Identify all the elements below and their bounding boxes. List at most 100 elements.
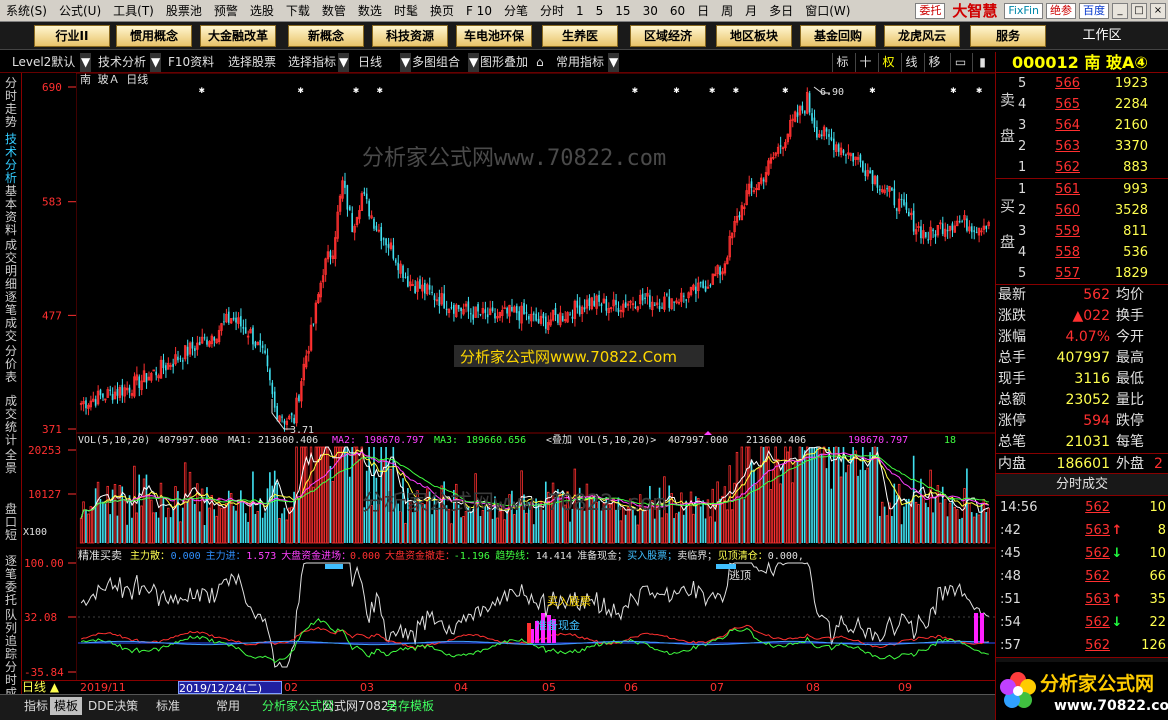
window-icon[interactable]: ▭ (950, 53, 970, 72)
tab-trade-detail[interactable]: 成交明细 (2, 239, 20, 291)
menu-item[interactable]: 月 (739, 0, 763, 22)
ticks-title[interactable]: 分时成交 (996, 474, 1168, 496)
bottom-tab-indicator[interactable]: 指标 (20, 697, 52, 715)
menu-item[interactable]: 多日 (763, 0, 799, 22)
close-icon[interactable]: × (1150, 2, 1166, 19)
menu-item[interactable]: 15 (609, 0, 636, 22)
tab-trade-stats[interactable]: 成交统计 (2, 395, 20, 447)
tick-row[interactable]: :51 563 ↑ 35 (996, 588, 1168, 611)
move-toggle[interactable]: 移 (924, 53, 944, 72)
menu-item[interactable]: 窗口(W) (799, 0, 856, 22)
baidu-tag[interactable]: 百度 (1079, 2, 1109, 19)
bottom-tab-template[interactable]: 模板 (50, 697, 83, 715)
select-stock-button[interactable]: 选择股票 (228, 53, 276, 72)
sell-order-row[interactable]: 4 565 2284 (996, 94, 1168, 115)
menu-item[interactable]: 股票池 (160, 0, 208, 22)
tab-intraday[interactable]: 分时走势 (2, 77, 20, 129)
category-button[interactable]: 生养医 (542, 25, 618, 47)
kline-chart[interactable]: ✱ ✱ ✱ ✱ ✱ ✱ ✱ ✱ ✱ ✱ ✱ ✱ 南 玻Ａ 日线 6.90 3.71 分析家公式网www… (22, 73, 995, 703)
tech-analysis-menu[interactable]: 技术分析 (98, 53, 146, 72)
dropdown-arrow-icon[interactable]: ▼ (400, 53, 412, 72)
mark-toggle[interactable]: 标 (832, 53, 852, 72)
buy-order-row[interactable]: 5 557 1829 (996, 263, 1168, 284)
param-tag[interactable]: 绝参 (1046, 2, 1076, 19)
menu-item[interactable]: 分时 (534, 0, 570, 22)
tab-basic-info[interactable]: 基本资料 (2, 185, 20, 237)
tick-row[interactable]: :45 562 ↓ 10 (996, 542, 1168, 565)
common-indicator-button[interactable]: 常用指标 (556, 53, 604, 72)
dropdown-arrow-icon[interactable]: ▼ (150, 53, 162, 72)
tab-tick-trade[interactable]: 逐笔成交 (2, 291, 20, 343)
menu-item[interactable]: 数选 (352, 0, 388, 22)
buy-order-row[interactable]: 2 560 3528 (996, 200, 1168, 221)
category-button[interactable]: 科技资源 (372, 25, 448, 47)
tab-orderbook[interactable]: 盘口短 (2, 503, 20, 542)
panel-icon[interactable]: ▮ (972, 53, 992, 72)
tick-row[interactable]: :54 562 ↓ 22 (996, 611, 1168, 634)
menu-item[interactable]: 换页 (424, 0, 460, 22)
category-button[interactable]: 大金融改革 (200, 25, 276, 47)
menu-item[interactable]: 工具(T) (107, 0, 160, 22)
category-button[interactable]: 基金回购 (800, 25, 876, 47)
menu-item[interactable]: 预警 (208, 0, 244, 22)
menu-item[interactable]: 日 (691, 0, 715, 22)
period-label[interactable]: 日线 ▲ (22, 681, 59, 694)
tab-price-table[interactable]: 分价表 (2, 345, 20, 384)
menu-item[interactable]: 时髦 (388, 0, 424, 22)
fixfin-tag[interactable]: FixFin (1004, 2, 1043, 19)
sell-order-row[interactable]: 3 564 2160 (996, 115, 1168, 136)
multi-chart-button[interactable]: 多图组合 (412, 53, 460, 72)
lock-icon[interactable]: ⌂ (536, 53, 544, 72)
menu-item[interactable]: 30 (637, 0, 664, 22)
menu-item[interactable]: 周 (715, 0, 739, 22)
menu-item[interactable]: 1 (570, 0, 590, 22)
tab-tick-order[interactable]: 逐笔委托 (2, 555, 20, 607)
sell-order-row[interactable]: 5 566 1923 (996, 73, 1168, 94)
level2-select[interactable]: Level2默认 (12, 53, 75, 72)
workarea-label[interactable]: 工作区 (1064, 25, 1140, 47)
menu-item[interactable]: 60 (664, 0, 691, 22)
tick-row[interactable]: :48 562 66 (996, 565, 1168, 588)
tick-row[interactable]: :42 563 ↑ 8 (996, 519, 1168, 542)
entrust-tag[interactable]: 委托 (915, 2, 946, 19)
menu-item[interactable]: 公式(U) (53, 0, 107, 22)
sell-order-row[interactable]: 2 563 3370 (996, 136, 1168, 157)
menu-item[interactable]: 下载 (280, 0, 316, 22)
bottom-tab-dde[interactable]: DDE决策 (84, 697, 142, 715)
rights-toggle[interactable]: 权 (878, 53, 898, 72)
select-indicator-button[interactable]: 选择指标 (288, 53, 336, 72)
menu-item[interactable]: F 10 (460, 0, 498, 22)
tick-list[interactable]: 14:56 562 10:42 563 ↑ 8:45 562 ↓ 10:48 562 66:51 56… (996, 496, 1168, 680)
tick-row[interactable]: :57 562 126 (996, 634, 1168, 657)
buy-order-row[interactable]: 4 558 536 (996, 242, 1168, 263)
buy-order-row[interactable]: 3 559 811 (996, 221, 1168, 242)
category-button[interactable]: 地区板块 (716, 25, 792, 47)
menu-item[interactable]: 选股 (244, 0, 280, 22)
sell-order-row[interactable]: 1 562 883 (996, 157, 1168, 178)
category-button[interactable]: 服务 (970, 25, 1046, 47)
dropdown-arrow-icon[interactable]: ▼ (80, 53, 92, 72)
overlay-button[interactable]: 图形叠加 (480, 53, 528, 72)
bottom-tab-common[interactable]: 常用 (212, 697, 244, 715)
menu-item[interactable]: 数管 (316, 0, 352, 22)
category-button[interactable]: 新概念 (288, 25, 364, 47)
category-button[interactable]: 龙虎风云 (884, 25, 960, 47)
menu-item[interactable]: 5 (590, 0, 610, 22)
buy-order-row[interactable]: 1 561 993 (996, 179, 1168, 200)
f10-button[interactable]: F10资料 (168, 53, 214, 72)
line-toggle[interactable]: 线 (901, 53, 921, 72)
bottom-tab-save-template[interactable]: 另存模板 (382, 697, 438, 715)
tab-panorama[interactable]: 全景 (2, 449, 20, 475)
category-button[interactable]: 区域经济 (630, 25, 706, 47)
dropdown-arrow-icon[interactable]: ▼ (338, 53, 350, 72)
category-button[interactable]: 行业II (34, 25, 110, 47)
crosshair-toggle[interactable]: 十 (855, 53, 875, 72)
menu-item[interactable]: 分笔 (498, 0, 534, 22)
menu-item[interactable]: 系统(S) (0, 0, 53, 22)
category-button[interactable]: 惯用概念 (116, 25, 192, 47)
bottom-tab-standard[interactable]: 标准 (152, 697, 184, 715)
maximize-icon[interactable]: □ (1131, 2, 1147, 19)
tick-row[interactable]: 14:56 562 10 (996, 496, 1168, 519)
dropdown-arrow-icon[interactable]: ▼ (608, 53, 620, 72)
dropdown-arrow-icon[interactable]: ▼ (468, 53, 480, 72)
